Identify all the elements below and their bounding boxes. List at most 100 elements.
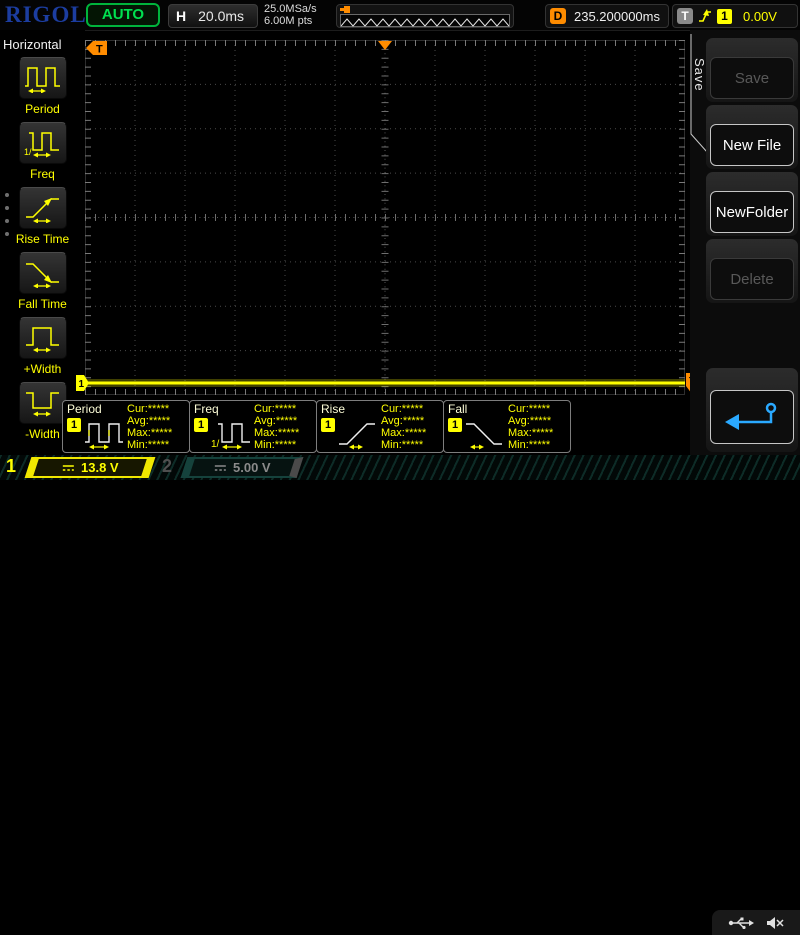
minus-width-button[interactable] [19, 382, 67, 424]
svg-text:1: 1 [79, 379, 85, 390]
stat-value: ***** [148, 439, 169, 451]
waveform-preview[interactable] [336, 4, 514, 28]
rise-time-icon [337, 416, 379, 450]
scroll-indicator-dot [5, 232, 9, 236]
stat-value: ***** [276, 415, 297, 427]
oscilloscope-screen: { "top_bar": { "brand": "RIGOL", "run_st… [0, 0, 800, 480]
period-icon [83, 416, 125, 450]
trigger-label: T [677, 8, 693, 24]
new-file-button[interactable]: New File [710, 124, 794, 166]
plus-width-button[interactable] [19, 317, 67, 359]
stat-value: ***** [275, 403, 296, 415]
trigger-level-value: 0.00V [743, 9, 777, 24]
trigger-readout-box[interactable]: T 1 0.00V [672, 4, 798, 28]
source-badge: 1 [67, 418, 81, 432]
return-arrow-icon [721, 400, 783, 434]
panel-stats: Cur:***** Avg:***** Max:***** Min:***** [508, 403, 553, 451]
stat-value: ***** [405, 427, 426, 439]
fall-time-icon [464, 416, 506, 450]
svg-text:T: T [96, 44, 103, 56]
sidebar-title: Horizontal [3, 37, 62, 52]
ch1-status-tag[interactable]: 13.8 V [25, 457, 156, 478]
rising-edge-icon [698, 8, 712, 24]
delay-position-icon [340, 6, 350, 13]
measurement-panel-freq[interactable]: Freq 1 1/ Cur:***** Avg:***** Max:***** … [189, 400, 317, 453]
run-status-badge[interactable]: AUTO [86, 3, 160, 27]
trigger-position-icon[interactable] [378, 41, 392, 50]
sidebar-item-fall-time[interactable]: Fall Time [0, 252, 85, 311]
preview-waveform-icon [341, 17, 509, 28]
measure-sidebar: Horizontal Period 1/ Freq [0, 30, 85, 455]
stat-value: ***** [529, 403, 550, 415]
sidebar-item-rise-time[interactable]: Rise Time [0, 187, 85, 246]
scroll-indicator-dot [5, 193, 9, 197]
freq-icon: 1/ [210, 416, 252, 450]
measurement-panel-rise[interactable]: Rise 1 Cur:***** Avg:***** Max:***** Min… [316, 400, 444, 453]
dc-coupling-icon [214, 463, 227, 473]
ch1-number[interactable]: 1 [6, 456, 16, 477]
source-badge: 1 [448, 418, 462, 432]
ch1-scale: 13.8 V [81, 460, 119, 475]
period-button[interactable] [19, 57, 67, 99]
menu-slot: Save [706, 38, 798, 102]
panel-stats: Cur:***** Avg:***** Max:***** Min:***** [254, 403, 299, 451]
scroll-indicator-dot [5, 219, 9, 223]
acquisition-info: 25.0MSa/s 6.00M pts [264, 3, 317, 27]
period-icon [24, 63, 62, 93]
menu-slot: NewFolder [706, 172, 798, 236]
stat-value: ***** [151, 427, 172, 439]
stat-value: ***** [275, 439, 296, 451]
waveform-display: T [85, 40, 685, 395]
horizontal-timebase-box[interactable]: H 20.0ms [168, 4, 258, 28]
minus-width-icon [24, 388, 62, 418]
return-button[interactable] [710, 390, 794, 444]
sidebar-item-plus-width[interactable]: +Width [0, 317, 85, 376]
delete-button[interactable]: Delete [710, 258, 794, 300]
preview-strip [340, 14, 510, 27]
menu-slot: Delete [706, 239, 798, 303]
stat-value: ***** [530, 415, 551, 427]
panel-title: Period [67, 402, 102, 416]
graticule: T [85, 40, 685, 395]
measurement-panel-fall[interactable]: Fall 1 Cur:***** Avg:***** Max:***** Min… [443, 400, 571, 453]
measurement-panel-period[interactable]: Period 1 Cur:***** Avg:***** Max:***** M… [62, 400, 190, 453]
delay-readout-box[interactable]: D 235.200000ms [545, 4, 669, 28]
sidebar-item-label: Fall Time [0, 297, 85, 311]
horizontal-label: H [176, 8, 186, 24]
stat-value: ***** [529, 439, 550, 451]
panel-stats: Cur:***** Avg:***** Max:***** Min:***** [127, 403, 172, 451]
rise-time-button[interactable] [19, 187, 67, 229]
ch2-number[interactable]: 2 [162, 456, 172, 477]
panel-title: Freq [194, 402, 219, 416]
sidebar-item-label: Period [0, 102, 85, 116]
ch1-level-marker-icon[interactable]: 1 [76, 375, 90, 392]
stat-value: ***** [402, 439, 423, 451]
stat-value: ***** [278, 427, 299, 439]
timebase-value: 20.0ms [198, 8, 244, 24]
freq-button[interactable]: 1/ [19, 122, 67, 164]
svg-text:1/: 1/ [211, 439, 220, 450]
new-folder-button[interactable]: NewFolder [710, 191, 794, 233]
ch2-scale: 5.00 V [233, 460, 271, 475]
usb-icon [728, 917, 754, 929]
stat-value: ***** [149, 415, 170, 427]
stat-value: ***** [532, 427, 553, 439]
sidebar-item-label: Freq [0, 167, 85, 181]
sidebar-item-label: Rise Time [0, 232, 85, 246]
sidebar-item-period[interactable]: Period [0, 57, 85, 116]
stat-value: ***** [402, 403, 423, 415]
save-button[interactable]: Save [710, 57, 794, 99]
stat-value: ***** [403, 415, 424, 427]
trigger-time-flag-icon[interactable]: T [86, 41, 107, 56]
panel-title: Fall [448, 402, 467, 416]
rise-time-icon [24, 193, 62, 223]
sample-rate: 25.0MSa/s [264, 3, 317, 15]
system-status-icons [712, 910, 800, 935]
fall-time-button[interactable] [19, 252, 67, 294]
sidebar-item-freq[interactable]: 1/ Freq [0, 122, 85, 181]
menu-tab-label: Save [692, 58, 707, 92]
top-status-bar: RIGOL AUTO H 20.0ms 25.0MSa/s 6.00M pts … [0, 0, 800, 31]
source-badge: 1 [321, 418, 335, 432]
ch2-status-tag[interactable]: 5.00 V [181, 457, 304, 478]
menu-slot [706, 368, 798, 452]
